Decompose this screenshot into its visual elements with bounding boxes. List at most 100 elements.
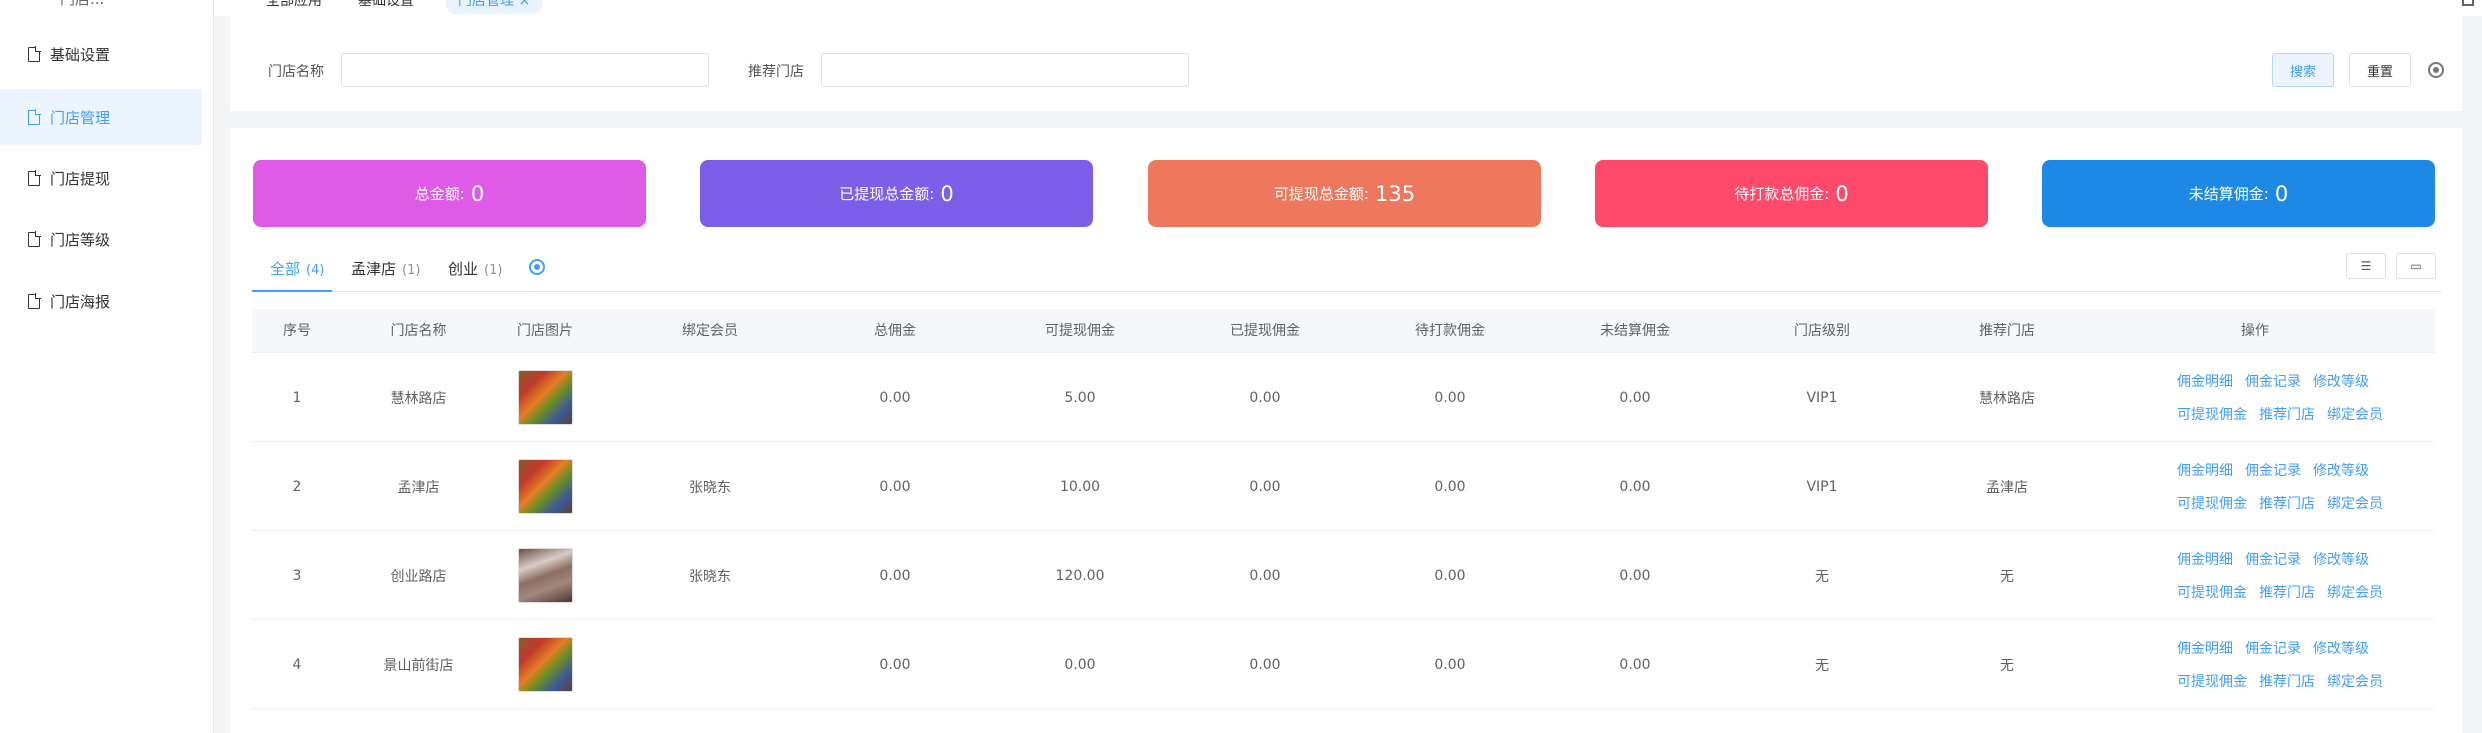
stat-value: 0: [470, 181, 485, 206]
top-tab-all-apps[interactable]: 全部应用: [254, 0, 334, 14]
folder-icon[interactable]: ▭: [2396, 253, 2436, 279]
reset-button[interactable]: 重置: [2349, 53, 2411, 87]
cell-recommend: 孟津店: [1986, 479, 2028, 496]
commission-detail-link[interactable]: 佣金明细: [2177, 371, 2233, 391]
column-header: 门店名称: [390, 323, 447, 339]
stat-value: 0: [2274, 181, 2289, 206]
stat-card-pending: 待打款总佣金: 0: [1595, 160, 1988, 227]
sidebar-item-label: 基础设置: [50, 45, 111, 64]
cell-level: 无: [1815, 568, 1829, 585]
column-header: 推荐门店: [1979, 323, 2035, 339]
active-tab-underline: [252, 290, 332, 292]
table-row: 2 孟津店 张晓东 0.00 10.00 0.00 0.00 0.00 VIP1…: [252, 442, 2435, 531]
fullscreen-icon[interactable]: [2462, 0, 2474, 6]
tab-chuangye[interactable]: 创业 (1): [448, 258, 502, 279]
change-level-link[interactable]: 修改等级: [2313, 549, 2369, 569]
commission-record-link[interactable]: 佣金记录: [2245, 460, 2301, 480]
cell-member: [595, 620, 825, 709]
change-level-link[interactable]: 修改等级: [2313, 638, 2369, 658]
store-name-input[interactable]: [341, 53, 709, 87]
column-header: 总佣金: [874, 323, 916, 339]
withdrawable-commission-link[interactable]: 可提现佣金: [2177, 582, 2247, 602]
recommend-store-link[interactable]: 推荐门店: [2259, 582, 2315, 602]
store-image[interactable]: [517, 370, 573, 425]
cell-image: [495, 620, 595, 709]
column-header: 待打款佣金: [1415, 323, 1485, 339]
cell-recommend: 无: [2000, 657, 2014, 674]
sidebar-item-store-level[interactable]: 门店等级: [0, 211, 202, 267]
commission-record-link[interactable]: 佣金记录: [2245, 371, 2301, 391]
withdrawable-commission-link[interactable]: 可提现佣金: [2177, 493, 2247, 513]
cell-unsettled: 0.00: [1619, 567, 1651, 584]
cell-level: 无: [1815, 657, 1829, 674]
cell-level: VIP1: [1806, 478, 1838, 495]
cell-pending: 0.00: [1434, 478, 1466, 495]
cell-recommend: 无: [2000, 568, 2014, 585]
column-header: 门店级别: [1794, 323, 1850, 339]
cell-image: [495, 442, 595, 531]
stat-label: 待打款总佣金:: [1734, 185, 1830, 203]
cell-unsettled: 0.00: [1619, 656, 1651, 673]
column-header: 绑定会员: [682, 323, 738, 339]
stat-card-unsettled: 未结算佣金: 0: [2042, 160, 2435, 227]
commission-record-link[interactable]: 佣金记录: [2245, 549, 2301, 569]
cell-pending: 0.00: [1434, 567, 1466, 584]
cell-unsettled: 0.00: [1619, 478, 1651, 495]
recommend-store-link[interactable]: 推荐门店: [2259, 404, 2315, 424]
store-image[interactable]: [517, 459, 573, 514]
tab-label: 全部: [270, 260, 301, 278]
bind-member-link[interactable]: 绑定会员: [2327, 404, 2383, 424]
top-tab-basic-settings[interactable]: 基础设置: [346, 0, 426, 14]
cell-recommend: 慧林路店: [1979, 390, 2035, 407]
document-icon: [28, 169, 41, 186]
commission-record-link[interactable]: 佣金记录: [2245, 638, 2301, 658]
cell-member: 张晓东: [689, 479, 731, 496]
tab-count: (1): [484, 263, 503, 278]
store-image[interactable]: [517, 548, 573, 603]
withdrawable-commission-link[interactable]: 可提现佣金: [2177, 404, 2247, 424]
filter-icon[interactable]: ☰: [2346, 253, 2386, 279]
sidebar-item-basic-settings[interactable]: 基础设置: [0, 26, 202, 82]
tab-mengjin[interactable]: 孟津店 (1): [351, 258, 420, 279]
column-header: 未结算佣金: [1600, 323, 1670, 339]
tab-label: 创业: [448, 260, 479, 278]
recommend-store-link[interactable]: 推荐门店: [2259, 671, 2315, 691]
sidebar: 门店... 基础设置 门店管理 门店提现 门店等级 门店海报: [0, 0, 214, 733]
commission-detail-link[interactable]: 佣金明细: [2177, 460, 2233, 480]
cell-unsettled: 0.00: [1619, 389, 1651, 406]
cell-name: 景山前街店: [383, 657, 454, 674]
search-button[interactable]: 搜索: [2272, 53, 2334, 87]
tab-label: 孟津店: [351, 260, 397, 278]
recommend-store-input[interactable]: [821, 53, 1189, 87]
tab-settings-icon[interactable]: [529, 259, 545, 275]
column-header: 操作: [2241, 323, 2269, 339]
cell-withdrawable: 0.00: [1064, 656, 1096, 673]
bind-member-link[interactable]: 绑定会员: [2327, 582, 2383, 602]
change-level-link[interactable]: 修改等级: [2313, 460, 2369, 480]
withdrawable-commission-link[interactable]: 可提现佣金: [2177, 671, 2247, 691]
recommend-store-link[interactable]: 推荐门店: [2259, 493, 2315, 513]
store-table: 序号 门店名称 门店图片 绑定会员 总佣金 可提现佣金 已提现佣金 待打款佣金 …: [252, 309, 2435, 709]
column-header: 已提现佣金: [1230, 323, 1300, 339]
cell-image: [495, 531, 595, 620]
cell-no: 3: [292, 567, 302, 584]
commission-detail-link[interactable]: 佣金明细: [2177, 638, 2233, 658]
cell-withdrawable: 5.00: [1064, 389, 1096, 406]
document-icon: [28, 108, 41, 125]
tab-count: (1): [402, 263, 421, 278]
change-level-link[interactable]: 修改等级: [2313, 371, 2369, 391]
sidebar-item-store-withdrawal[interactable]: 门店提现: [0, 150, 202, 206]
top-tab-store-management[interactable]: 门店管理 ×: [446, 0, 543, 14]
sidebar-item-store-poster[interactable]: 门店海报: [0, 273, 202, 329]
tab-all[interactable]: 全部 (4): [270, 258, 324, 279]
commission-detail-link[interactable]: 佣金明细: [2177, 549, 2233, 569]
sidebar-item-store-management[interactable]: 门店管理: [0, 89, 202, 145]
cell-no: 2: [292, 478, 302, 495]
sidebar-item-label: 门店管理: [50, 108, 111, 127]
bind-member-link[interactable]: 绑定会员: [2327, 493, 2383, 513]
settings-gear-icon[interactable]: [2428, 62, 2444, 78]
store-image[interactable]: [517, 637, 573, 692]
stat-value: 135: [1374, 181, 1416, 206]
bind-member-link[interactable]: 绑定会员: [2327, 671, 2383, 691]
document-icon: [28, 292, 41, 309]
